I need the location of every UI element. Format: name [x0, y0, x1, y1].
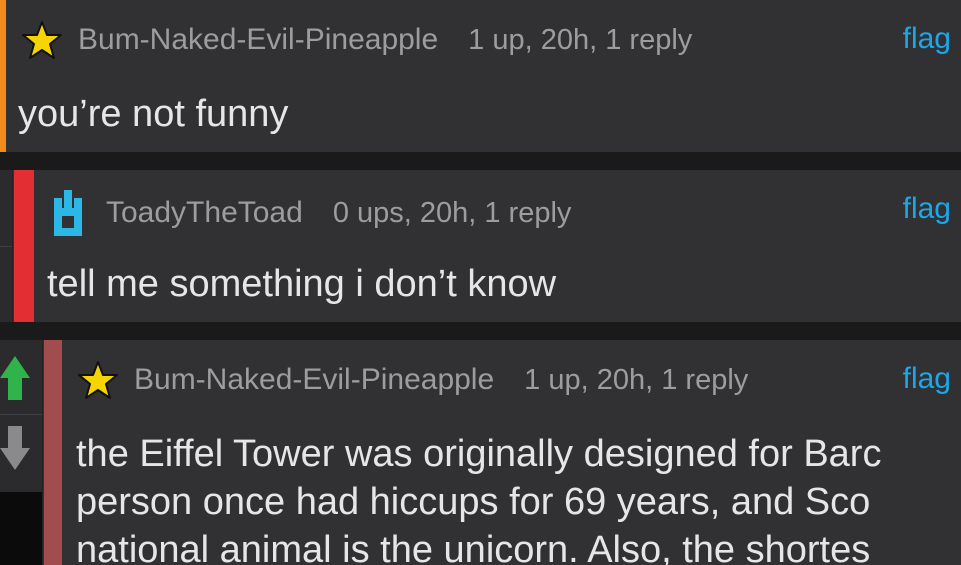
comment-card: Bum-Naked-Evil-Pineapple 1 up, 20h, 1 re…: [0, 0, 961, 152]
comment-body-line: the Eiffel Tower was originally designed…: [76, 433, 882, 475]
comment-body-line: national animal is the unicorn. Also, th…: [76, 529, 871, 565]
downvote-arrow-icon[interactable]: [0, 426, 30, 472]
comment-meta: Bum-Naked-Evil-Pineapple 1 up, 20h, 1 re…: [0, 20, 961, 60]
star-icon[interactable]: [22, 20, 62, 60]
comment-card: ToadyTheToad 0 ups, 20h, 1 reply flag te…: [0, 170, 961, 322]
username-link[interactable]: ToadyTheToad: [106, 196, 303, 230]
comment-body-line: person once had hiccups for 69 years, an…: [76, 481, 871, 523]
comment-card: Bum-Naked-Evil-Pineapple 1 up, 20h, 1 re…: [0, 340, 961, 565]
flag-link[interactable]: flag: [903, 22, 951, 56]
comment-body: tell me something i don’t know: [47, 263, 557, 305]
flag-link[interactable]: flag: [903, 192, 951, 226]
gutter-shadow: [0, 492, 42, 565]
comment-stats: 0 ups, 20h, 1 reply: [332, 196, 572, 229]
username-link[interactable]: Bum-Naked-Evil-Pineapple: [134, 363, 494, 397]
pixel-character-icon[interactable]: [50, 190, 88, 236]
comment-meta: Bum-Naked-Evil-Pineapple 1 up, 20h, 1 re…: [0, 360, 961, 400]
gutter-divider: [0, 414, 42, 415]
comment-stats: 1 up, 20h, 1 reply: [468, 23, 693, 56]
username-link[interactable]: Bum-Naked-Evil-Pineapple: [78, 23, 438, 57]
comment-thread: Bum-Naked-Evil-Pineapple 1 up, 20h, 1 re…: [0, 0, 961, 565]
comment-body: the Eiffel Tower was originally designed…: [76, 430, 881, 565]
comment-body: you’re not funny: [18, 93, 289, 135]
comment-meta: ToadyTheToad 0 ups, 20h, 1 reply: [0, 190, 961, 236]
flag-link[interactable]: flag: [903, 362, 951, 396]
star-icon[interactable]: [78, 360, 118, 400]
comment-stats: 1 up, 20h, 1 reply: [524, 363, 749, 396]
gutter-divider: [0, 246, 12, 247]
